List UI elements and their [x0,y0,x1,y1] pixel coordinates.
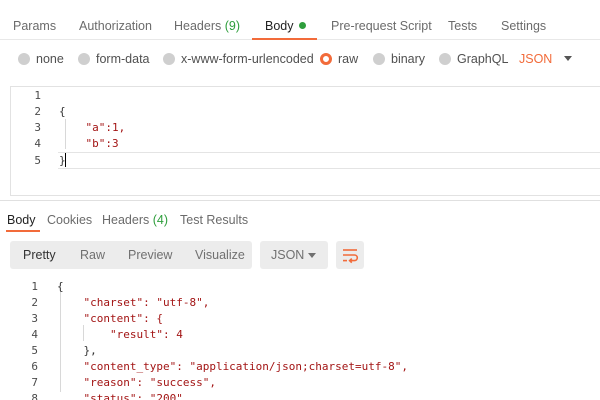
tab-body[interactable]: Body [265,18,306,34]
response-tabs: Body Cookies Headers (4) Test Results [0,209,600,233]
radio-none[interactable]: none [18,51,64,67]
response-tab-cookies[interactable]: Cookies [47,212,92,228]
text-cursor [65,153,66,167]
tab-label: Body [7,213,36,227]
response-body-viewer[interactable]: 1 2 3 4 5 6 7 8 { "charset": "utf-8", "c… [0,278,600,400]
active-tab-indicator [252,38,317,40]
line-number: 2 [34,105,41,118]
tab-label: Authorization [79,19,152,33]
json-line: "reason": "success", [57,376,216,389]
headers-count-badge: (9) [224,19,241,33]
tab-label: Headers [174,19,222,33]
radio-label: form-data [96,52,150,66]
line-number: 5 [31,344,38,357]
tab-label: Test Results [180,213,249,227]
view-preview-button[interactable]: Preview [128,247,172,263]
response-format-select[interactable]: JSON [260,241,328,269]
radio-x-www-form-urlencoded[interactable]: x-www-form-urlencoded [163,51,314,67]
active-response-tab-indicator [6,230,40,232]
json-line: }, [57,344,97,357]
tab-label: Body [265,19,294,33]
chevron-down-icon [308,253,316,258]
line-number: 7 [31,376,38,389]
tab-label: Headers [102,213,150,227]
response-tab-headers[interactable]: Headers (4) [102,212,168,228]
headers-count-badge: (4) [152,213,169,227]
line-number: 8 [31,392,38,400]
radio-graphql[interactable]: GraphQL [439,51,508,67]
json-line: "charset": "utf-8", [57,296,210,309]
line-number: 4 [31,328,38,341]
request-tabs: Params Authorization Headers (9) Body Pr… [0,0,600,40]
tab-settings[interactable]: Settings [501,18,546,34]
line-number: 1 [34,89,41,102]
wrap-lines-button[interactable] [336,241,364,269]
radio-icon [163,53,175,65]
radio-icon [373,53,385,65]
format-select-value: JSON [271,248,305,262]
tab-params[interactable]: Params [13,18,56,34]
radio-checked-icon [320,53,332,65]
request-body-editor[interactable]: 1 2 3 4 5 { "a":1, "b":3 } [10,86,600,196]
current-line-highlight [58,152,600,169]
radio-label: x-www-form-urlencoded [181,52,314,66]
radio-form-data[interactable]: form-data [78,51,150,67]
line-number: 3 [31,312,38,325]
radio-binary[interactable]: binary [373,51,425,67]
line-number: 5 [34,154,41,167]
language-select-value: JSON [519,52,553,66]
json-line: "content": { [57,312,163,325]
line-number: 6 [31,360,38,373]
tab-tests[interactable]: Tests [448,18,477,34]
code-line: "b":3 [59,137,119,150]
body-modified-dot [298,22,306,29]
tab-label: Cookies [47,213,93,227]
radio-label: none [36,52,64,66]
radio-icon [18,53,30,65]
json-line: "status": "200", [57,392,190,400]
code-line: "a":1, [59,121,126,134]
tab-label: Tests [448,19,478,33]
view-pretty-button[interactable]: Pretty [23,247,56,263]
tab-label: Pre-request Script [331,19,432,33]
radio-icon [439,53,451,65]
language-select[interactable]: JSON [519,51,573,67]
view-mode-toolbar: Pretty Raw Preview Visualize [10,241,252,269]
code-line: { [59,105,66,118]
line-number: 2 [31,296,38,309]
tab-authorization[interactable]: Authorization [79,18,152,34]
tab-label: Params [13,19,57,33]
tab-pre-request-script[interactable]: Pre-request Script [331,18,432,34]
line-number: 4 [34,137,41,150]
radio-icon [78,53,90,65]
response-tab-body[interactable]: Body [7,212,36,228]
body-type-selector: none form-data x-www-form-urlencoded raw… [0,48,600,70]
json-line: "result": 4 [57,328,183,341]
view-raw-button[interactable]: Raw [80,247,105,263]
chevron-down-icon [564,56,573,61]
line-number: 1 [31,280,38,293]
tab-headers[interactable]: Headers (9) [174,18,240,34]
wrap-lines-icon [343,249,359,264]
tab-label: Settings [501,19,547,33]
response-tab-test-results[interactable]: Test Results [180,212,248,228]
radio-label: GraphQL [457,52,509,66]
pane-divider[interactable] [0,200,600,201]
json-line: { [57,280,64,293]
view-visualize-button[interactable]: Visualize [195,247,245,263]
radio-raw[interactable]: raw [320,51,358,67]
radio-label: binary [391,52,426,66]
json-line: "content_type": "application/json;charse… [57,360,408,373]
radio-label: raw [338,52,359,66]
line-number: 3 [34,121,41,134]
